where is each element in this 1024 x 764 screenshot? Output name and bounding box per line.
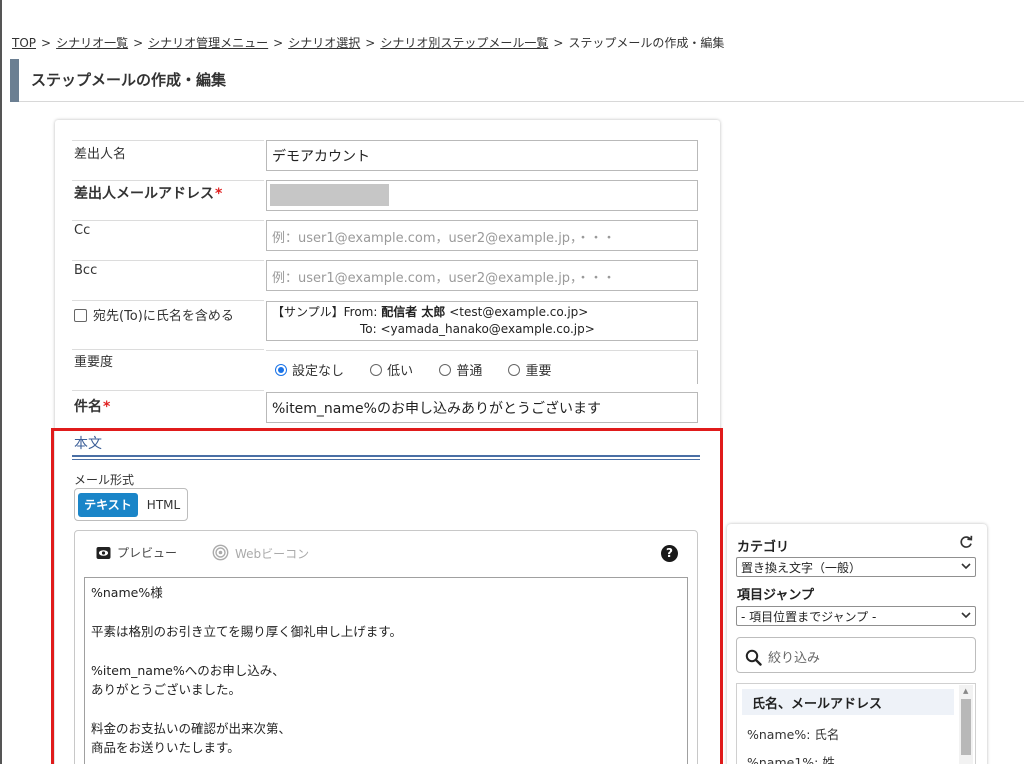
required-mark: * (215, 186, 223, 202)
body-line: 平素は格別のお引き立てを賜り厚く御礼申し上げます。 (91, 623, 403, 639)
bcc-label: Bcc (74, 263, 98, 278)
row-divider (72, 349, 264, 350)
body-section-heading: 本文 (74, 436, 102, 452)
refresh-icon[interactable] (959, 535, 973, 549)
priority-radio-group: 設定なし 低い 普通 重要 (266, 350, 698, 384)
mail-format-label: メール形式 (74, 473, 135, 487)
radio-unselected[interactable] (370, 364, 383, 376)
body-line: %name%様 (91, 585, 163, 600)
scrollbar-thumb[interactable] (961, 699, 971, 755)
beacon-icon (212, 544, 229, 561)
priority-option-normal[interactable]: 普通 (439, 360, 482, 379)
breadcrumb-link-scenario-select[interactable]: シナリオ選択 (288, 36, 360, 50)
sample-sender-name: 配信者 太郎 (381, 305, 446, 319)
cc-input[interactable]: 例：user1@example.com，user2@example.jp，・・・ (266, 220, 698, 251)
filter-search-input[interactable]: 絞り込み (736, 637, 976, 673)
subject-label: 件名* (74, 399, 111, 415)
body-line: ありがとうございました。 (91, 682, 242, 698)
priority-label: 重要度 (74, 355, 114, 370)
include-name-checkbox[interactable] (74, 309, 87, 322)
body-line (91, 699, 681, 718)
radio-selected[interactable] (275, 364, 287, 376)
body-line: 商品をお送りいたします。 (91, 740, 240, 756)
scroll-up-arrow-icon[interactable]: ▲ (963, 687, 968, 695)
breadcrumb-current: ステップメールの作成・編集 (568, 36, 725, 50)
breadcrumb-link-step-mail-list[interactable]: シナリオ別ステップメール一覧 (380, 36, 548, 50)
sender-name-input[interactable]: デモアカウント (266, 140, 698, 171)
format-text-button[interactable]: テキスト (78, 493, 138, 517)
sender-email-masked-value (270, 184, 389, 206)
jump-select[interactable]: - 項目位置までジャンプ - (736, 606, 976, 626)
category-select[interactable]: 置き換え文字（一般） (736, 557, 976, 577)
body-line (91, 602, 681, 621)
chevron-down-icon (961, 612, 971, 619)
tag-group-header: 氏名、メールアドレス (742, 689, 954, 715)
subject-input[interactable]: %item_name%のお申し込みありがとうございます (266, 392, 698, 423)
breadcrumb: TOP > シナリオ一覧 > シナリオ管理メニュー > シナリオ選択 > シナリオ別ステップメー… (12, 36, 725, 50)
priority-option-high[interactable]: 重要 (508, 360, 551, 379)
row-divider (72, 260, 264, 261)
sender-name-label: 差出人名 (74, 147, 127, 162)
help-icon[interactable]: ? (661, 545, 678, 562)
row-divider (72, 140, 264, 141)
tag-list-item[interactable]: %name1%: 姓 (747, 752, 835, 764)
priority-option-low[interactable]: 低い (370, 360, 413, 379)
page-title: ステップメールの作成・編集 (31, 71, 227, 89)
body-textarea[interactable]: %name%様 平素は格別のお引き立てを賜り厚く御礼申し上げます。 %item_… (84, 577, 688, 764)
row-divider (72, 180, 264, 181)
eye-icon (96, 547, 111, 559)
page-header-accent-bar (10, 59, 19, 102)
chevron-down-icon (961, 563, 971, 570)
cc-label: Cc (74, 223, 91, 238)
row-divider (72, 300, 264, 301)
row-divider (72, 390, 264, 391)
body-section-rule (72, 455, 700, 460)
format-html-button[interactable]: HTML (141, 493, 186, 517)
body-line: %item_name%へのお申し込み、 (91, 662, 285, 678)
radio-unselected[interactable] (508, 364, 521, 376)
include-name-checkbox-row[interactable]: 宛先(To)に氏名を含める (74, 305, 234, 324)
row-divider (72, 220, 264, 221)
mail-format-toggle: テキスト HTML (74, 488, 188, 521)
required-mark: * (103, 399, 111, 415)
jump-label: 項目ジャンプ (737, 588, 814, 603)
body-line: 料金のお支払いの確認が出来次第、 (91, 720, 292, 736)
web-beacon-button[interactable]: Webビーコン (212, 544, 309, 562)
include-name-label: 宛先(To)に氏名を含める (93, 309, 234, 324)
breadcrumb-link-scenario-menu[interactable]: シナリオ管理メニュー (148, 36, 268, 50)
category-label: カテゴリ (737, 540, 790, 555)
tag-list-item[interactable]: %name%: 氏名 (747, 724, 839, 743)
to-sample-preview: 【サンプル】From: 配信者 太郎 <test@example.co.jp> … (266, 301, 698, 341)
tag-list-scrollbar[interactable]: ▲ (959, 685, 973, 764)
preview-button[interactable]: プレビュー (96, 544, 177, 561)
page-header: ステップメールの作成・編集 (10, 59, 1024, 102)
search-icon (745, 649, 762, 666)
priority-option-none[interactable]: 設定なし (275, 360, 344, 379)
body-line (91, 641, 681, 660)
bcc-input[interactable]: 例：user1@example.com，user2@example.jp，・・・ (266, 260, 698, 291)
breadcrumb-link-top[interactable]: TOP (12, 36, 36, 50)
sender-email-label: 差出人メールアドレス* (74, 186, 223, 202)
breadcrumb-link-scenario-list[interactable]: シナリオ一覧 (56, 36, 128, 50)
window-left-edge (0, 0, 2, 764)
radio-unselected[interactable] (439, 364, 452, 376)
